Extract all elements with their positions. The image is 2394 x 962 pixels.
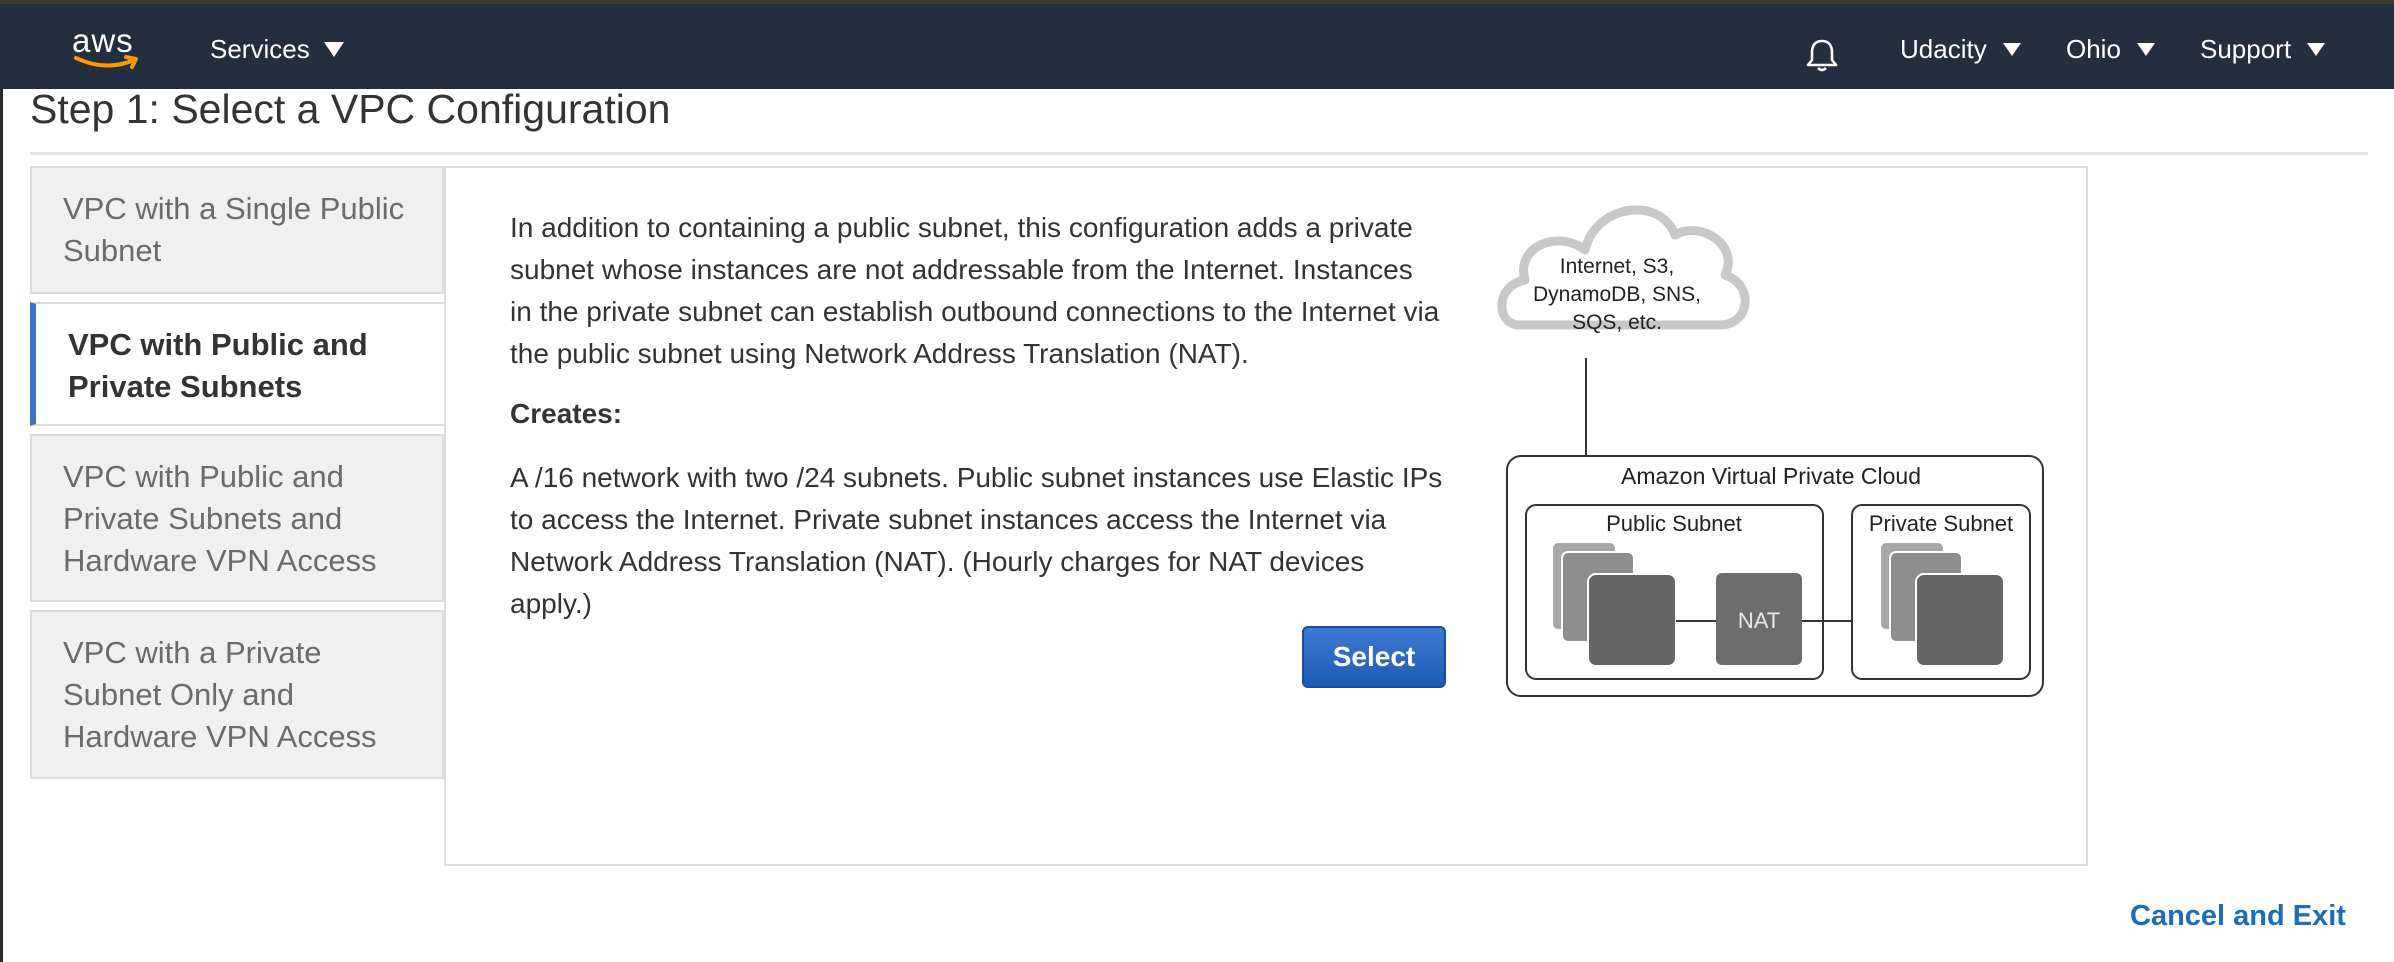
aws-logo[interactable]: aws: [72, 22, 144, 74]
region-label: Ohio: [2066, 34, 2121, 64]
nat-label: NAT: [1738, 608, 1780, 633]
account-label: Udacity: [1900, 34, 1987, 64]
aws-smile-icon: [74, 55, 138, 69]
region-menu[interactable]: Ohio: [2066, 34, 2155, 65]
private-subnet-label: Private Subnet: [1869, 511, 2013, 536]
tab-label: VPC with a Single Public Subnet: [63, 191, 405, 268]
select-button[interactable]: Select: [1302, 626, 1446, 688]
services-label: Services: [210, 34, 310, 64]
tab-public-private-subnets[interactable]: VPC with Public and Private Subnets: [30, 302, 444, 426]
tab-private-only-vpn[interactable]: VPC with a Private Subnet Only and Hardw…: [30, 610, 444, 779]
public-subnet-label: Public Subnet: [1606, 511, 1742, 536]
cloud-text-line1: Internet, S3,: [1560, 255, 1674, 278]
services-menu[interactable]: Services: [210, 34, 344, 65]
creates-heading: Creates:: [510, 398, 623, 429]
tab-public-private-vpn[interactable]: VPC with Public and Private Subnets and …: [30, 434, 444, 602]
cloud-text-line2: DynamoDB, SNS,: [1533, 283, 1701, 306]
support-label: Support: [2200, 34, 2292, 64]
vpc-label: Amazon Virtual Private Cloud: [1621, 463, 1921, 489]
account-menu[interactable]: Udacity: [1900, 34, 2021, 65]
title-divider: [30, 152, 2368, 155]
top-navigation-bar: aws Services Udacity Ohio Support: [0, 0, 2394, 89]
cancel-and-exit-link[interactable]: Cancel and Exit: [2130, 900, 2346, 933]
support-menu[interactable]: Support: [2200, 34, 2326, 65]
configuration-description: In addition to containing a public subne…: [510, 212, 1440, 369]
window-edge: [0, 0, 3, 962]
caret-down-icon: [323, 42, 344, 57]
page-title: Step 1: Select a VPC Configuration: [30, 86, 671, 132]
cloud-text-line3: SQS, etc.: [1572, 311, 1662, 334]
bell-icon[interactable]: [1804, 37, 1840, 73]
creates-description: A /16 network with two /24 subnets. Publ…: [510, 462, 1443, 619]
tab-label: VPC with Public and Private Subnets and …: [63, 459, 377, 578]
tab-label: VPC with Public and Private Subnets: [68, 327, 368, 404]
tab-single-public-subnet[interactable]: VPC with a Single Public Subnet: [30, 166, 444, 294]
caret-down-icon: [2002, 43, 2021, 56]
caret-down-icon: [2136, 43, 2155, 56]
caret-down-icon: [2307, 43, 2326, 56]
tab-label: VPC with a Private Subnet Only and Hardw…: [63, 635, 377, 754]
vpc-diagram: Internet, S3, DynamoDB, SNS, SQS, etc. A…: [1497, 205, 2044, 697]
